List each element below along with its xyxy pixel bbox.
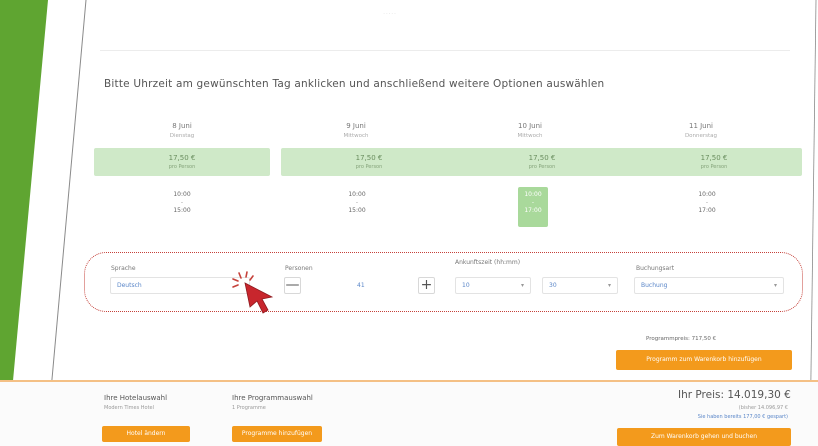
arrival-hour-select[interactable]: 10 ▾ bbox=[455, 277, 531, 294]
add-program-to-cart-button[interactable]: Programm zum Warenkorb hinzufügen bbox=[616, 350, 792, 370]
time-start: 10:00 bbox=[348, 191, 366, 198]
language-select[interactable]: Deutsch bbox=[110, 277, 250, 294]
chevron-down-icon: ▾ bbox=[607, 282, 611, 289]
day-date: 10 Juni bbox=[517, 122, 542, 130]
booking-type-label: Buchungsart bbox=[636, 265, 675, 272]
time-end: 17:00 bbox=[698, 207, 716, 214]
chevron-down-icon: ▾ bbox=[773, 282, 777, 289]
decrease-persons-button[interactable]: — bbox=[284, 277, 301, 294]
price-unit: pro Person bbox=[700, 164, 728, 170]
day-weekday: Dienstag bbox=[169, 133, 195, 139]
day-weekday: Mittwoch bbox=[343, 133, 369, 139]
hotel-selection-name: Modern Times Hotel bbox=[104, 405, 155, 411]
day-header: 11 Juni Donnerstag bbox=[613, 122, 789, 139]
logo: ····· bbox=[383, 10, 397, 18]
old-price: (bisher 14.096,97 € bbox=[738, 405, 788, 411]
price-box[interactable]: 17,50 € pro Person bbox=[454, 148, 630, 176]
time-separator: - bbox=[180, 199, 184, 206]
change-hotel-button[interactable]: Hotel ändern bbox=[102, 426, 190, 442]
time-end: 15:00 bbox=[173, 207, 191, 214]
chevron-down-icon: ▾ bbox=[520, 282, 524, 289]
persons-count[interactable]: 41 bbox=[357, 282, 365, 289]
time-slot[interactable]: 10:00 - 15:00 bbox=[342, 187, 372, 227]
arrival-time-label: Ankunftszeit (hh:mm) bbox=[455, 259, 521, 266]
price-value: 17,50 € bbox=[355, 154, 383, 162]
cursor-click-icon bbox=[232, 271, 274, 314]
time-slot[interactable]: 10:00 - 17:00 bbox=[692, 187, 722, 227]
day-header: 9 Juni Mittwoch bbox=[268, 122, 444, 139]
day-header: 10 Juni Mittwoch bbox=[442, 122, 618, 139]
program-selection-count: 1 Programme bbox=[232, 405, 266, 411]
price-unit: pro Person bbox=[355, 164, 383, 170]
time-end: 17:00 bbox=[524, 207, 542, 214]
time-start: 10:00 bbox=[524, 191, 542, 198]
price-box[interactable]: 17,50 € pro Person bbox=[626, 148, 802, 176]
time-separator: - bbox=[355, 199, 359, 206]
total-price: Ihr Preis: 14.019,30 € bbox=[678, 389, 791, 401]
time-separator: - bbox=[705, 199, 709, 206]
day-date: 9 Juni bbox=[346, 122, 366, 130]
hotel-selection-title: Ihre Hotelauswahl bbox=[104, 394, 168, 402]
language-value: Deutsch bbox=[117, 282, 142, 289]
language-label: Sprache bbox=[111, 265, 136, 272]
savings-text: Sie haben bereits 177,00 € gespart) bbox=[697, 414, 788, 420]
time-separator: - bbox=[531, 199, 535, 206]
price-unit: pro Person bbox=[528, 164, 556, 170]
price-box[interactable]: 17,50 € pro Person bbox=[94, 148, 270, 176]
price-value: 17,50 € bbox=[528, 154, 556, 162]
program-selection-title: Ihre Programmauswahl bbox=[232, 394, 313, 402]
arrival-minute-value: 30 bbox=[549, 282, 557, 289]
checkout-button[interactable]: Zum Warenkorb gehen und buchen bbox=[617, 428, 791, 446]
add-programs-button[interactable]: Programme hinzufügen bbox=[232, 426, 322, 442]
time-end: 15:00 bbox=[348, 207, 366, 214]
arrival-minute-select[interactable]: 30 ▾ bbox=[542, 277, 618, 294]
increase-persons-button[interactable]: + bbox=[418, 277, 435, 294]
arrival-hour-value: 10 bbox=[462, 282, 470, 289]
program-price: Programmpreis: 717,50 € bbox=[646, 336, 717, 342]
day-header: 8 Juni Dienstag bbox=[94, 122, 270, 139]
time-slot-selected[interactable]: 10:00 - 17:00 bbox=[518, 187, 548, 227]
time-start: 10:00 bbox=[698, 191, 716, 198]
divider bbox=[100, 50, 790, 51]
booking-type-value: Buchung bbox=[641, 282, 668, 289]
booking-type-select[interactable]: Buchung ▾ bbox=[634, 277, 784, 294]
day-date: 8 Juni bbox=[172, 122, 192, 130]
day-date: 11 Juni bbox=[688, 122, 713, 130]
day-weekday: Mittwoch bbox=[517, 133, 543, 139]
price-value: 17,50 € bbox=[168, 154, 196, 162]
instruction-text: Bitte Uhrzeit am gewünschten Tag anklick… bbox=[104, 78, 605, 90]
price-value: 17,50 € bbox=[700, 154, 728, 162]
persons-label: Personen bbox=[285, 265, 313, 272]
price-box[interactable]: 17,50 € pro Person bbox=[281, 148, 457, 176]
day-weekday: Donnerstag bbox=[684, 133, 718, 139]
price-unit: pro Person bbox=[168, 164, 196, 170]
time-start: 10:00 bbox=[173, 191, 191, 198]
time-slot[interactable]: 10:00 - 15:00 bbox=[167, 187, 197, 227]
